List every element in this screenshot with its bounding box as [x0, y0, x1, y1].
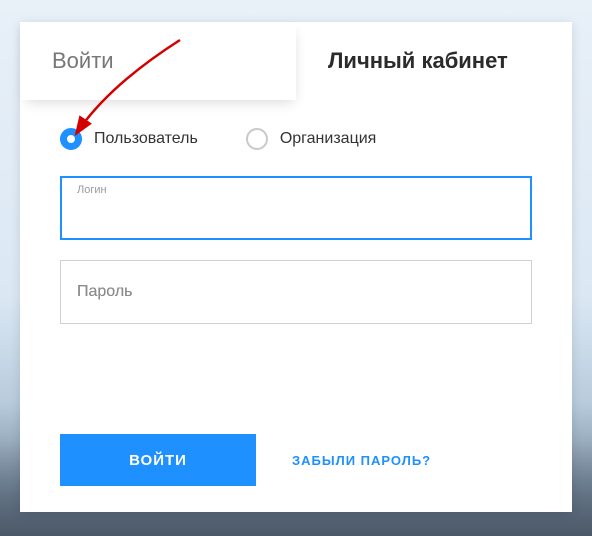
- login-field[interactable]: Логин: [60, 176, 532, 240]
- password-input[interactable]: [77, 283, 515, 301]
- radio-icon: [246, 128, 268, 150]
- forgot-password-link[interactable]: ЗАБЫЛИ ПАРОЛЬ?: [292, 453, 431, 468]
- radio-org-label: Организация: [280, 130, 377, 148]
- submit-button[interactable]: ВОЙТИ: [60, 434, 256, 486]
- form-body: Пользователь Организация Логин Пароль: [20, 100, 572, 324]
- radio-icon: [60, 128, 82, 150]
- tab-bar: Войти Личный кабинет: [20, 22, 572, 100]
- login-float-label: Логин: [77, 184, 107, 196]
- radio-user[interactable]: Пользователь: [60, 128, 198, 150]
- login-input[interactable]: [77, 199, 515, 217]
- tab-login[interactable]: Войти: [20, 22, 296, 100]
- password-field[interactable]: Пароль: [60, 260, 532, 324]
- tab-cabinet[interactable]: Личный кабинет: [296, 22, 572, 100]
- radio-user-label: Пользователь: [94, 130, 198, 148]
- radio-org[interactable]: Организация: [246, 128, 377, 150]
- login-card: Войти Личный кабинет Пользователь Органи…: [20, 22, 572, 512]
- account-type-group: Пользователь Организация: [60, 128, 532, 150]
- actions-row: ВОЙТИ ЗАБЫЛИ ПАРОЛЬ?: [60, 434, 532, 486]
